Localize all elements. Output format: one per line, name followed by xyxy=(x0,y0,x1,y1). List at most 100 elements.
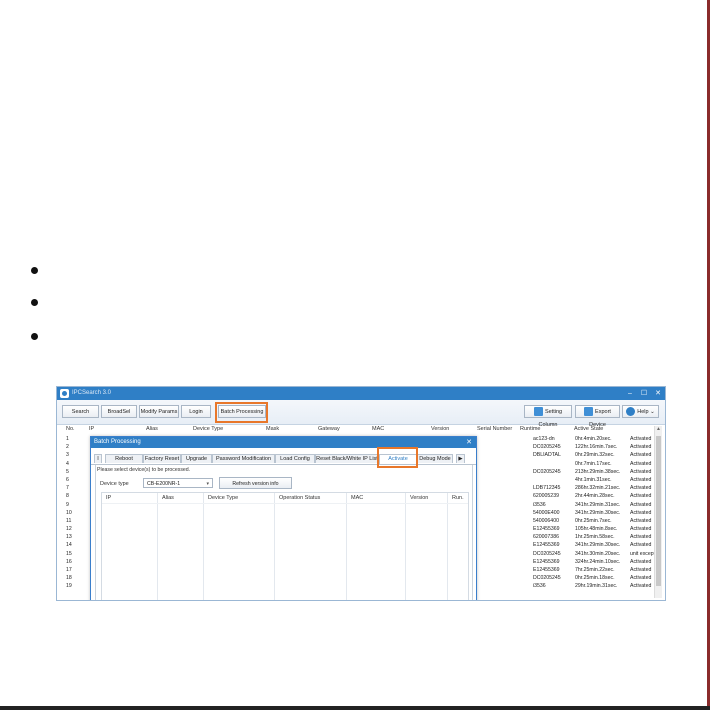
dialog-close-icon[interactable]: ✕ xyxy=(466,437,472,448)
col-ip[interactable]: IP xyxy=(89,426,94,432)
row-number[interactable]: 7 xyxy=(66,484,86,492)
table-row[interactable]: 540006400 0hr.25min.7sec. Activated xyxy=(533,517,665,525)
scroll-up-icon[interactable]: ▲ xyxy=(655,426,662,432)
tab-password-modification[interactable]: Password Modification xyxy=(212,454,275,463)
serial-number-cell: DC0205245 xyxy=(533,575,561,582)
col-no[interactable]: No. xyxy=(66,426,75,432)
table-row[interactable]: E12455369 7hr.25min.22sec. Activated xyxy=(533,566,665,574)
chevron-down-icon: ⌄ xyxy=(650,409,655,415)
tab-scroll-right-icon[interactable]: ▶ xyxy=(456,454,465,463)
row-number[interactable]: 4 xyxy=(66,460,86,468)
col-serial-number[interactable]: Serial Number xyxy=(477,426,512,432)
close-icon[interactable]: ✕ xyxy=(653,389,663,398)
grid-divider xyxy=(346,493,347,600)
row-number[interactable]: 3 xyxy=(66,451,86,459)
tab-reset-black-white-ip-list[interactable]: Reset Black/White IP List xyxy=(315,454,379,463)
active-state-cell: Activated xyxy=(630,476,652,483)
row-number[interactable]: 1 xyxy=(66,435,86,443)
help-button[interactable]: Help ⌄ xyxy=(622,405,659,418)
columns-icon xyxy=(533,407,543,417)
col-version[interactable]: Version xyxy=(431,426,449,432)
refresh-version-info-button[interactable]: Refresh version info xyxy=(219,477,292,489)
tab-reboot[interactable]: Reboot xyxy=(105,454,143,463)
table-row[interactable]: 4hr.1min.31sec. Activated xyxy=(533,476,665,484)
serial-number-cell: LDB712345 xyxy=(533,485,561,492)
col-mac[interactable]: MAC xyxy=(372,426,384,432)
grid-col-version[interactable]: Version xyxy=(410,495,428,501)
minimize-icon[interactable]: – xyxy=(625,389,635,398)
table-row[interactable]: DC0205245 0hr.25min.18sec. Activated xyxy=(533,574,665,582)
active-state-cell: Activated xyxy=(630,460,652,467)
runtime-cell: 0hr.29min.32sec. xyxy=(575,452,615,459)
tab-first[interactable]: I xyxy=(94,454,102,463)
tab-load-config[interactable]: Load Config xyxy=(275,454,315,463)
runtime-cell: 4hr.1min.31sec. xyxy=(575,476,612,483)
grid-col-alias[interactable]: Alias xyxy=(162,495,174,501)
table-row[interactable]: E12455369 105hr.48min.8sec. Activated xyxy=(533,525,665,533)
row-number[interactable]: 12 xyxy=(66,525,86,533)
table-row[interactable]: DC0205245 213hr.29min.38sec. Activated xyxy=(533,468,665,476)
col-gateway[interactable]: Gateway xyxy=(318,426,340,432)
device-type-value: CB-E200NR-1 xyxy=(147,481,181,487)
vertical-scrollbar[interactable]: ▲ xyxy=(654,426,662,598)
col-active-state[interactable]: Active State xyxy=(574,426,603,432)
active-state-cell: Activated xyxy=(630,583,652,590)
active-state-cell: Activated xyxy=(630,567,652,573)
grid-col-ip[interactable]: IP xyxy=(106,495,111,501)
tab-debug-mode[interactable]: Debug Mode xyxy=(417,454,453,463)
table-row[interactable]: 620005239 2hr.44min.28sec. Activated xyxy=(533,492,665,500)
table-row[interactable]: 54000E400 341hr.29min.30sec. Activated xyxy=(533,509,665,517)
export-device-button[interactable]: Export Device xyxy=(575,405,620,428)
device-type-select[interactable]: CB-E200NR-1 ▾ xyxy=(143,478,213,488)
row-number[interactable]: 15 xyxy=(66,550,86,558)
row-number[interactable]: 6 xyxy=(66,476,86,484)
serial-number-cell: ac123-dn xyxy=(533,436,555,442)
grid-col-operation-status[interactable]: Operation Status xyxy=(279,495,320,501)
serial-number-cell: DC0205245 xyxy=(533,550,561,557)
scroll-thumb[interactable] xyxy=(656,436,661,586)
table-row[interactable]: DC0205245 122hr.16min.7sec. Activated xyxy=(533,443,665,451)
row-number[interactable]: 17 xyxy=(66,566,86,574)
grid-col-run[interactable]: Run. xyxy=(452,495,464,501)
col-mask[interactable]: Mask xyxy=(266,426,279,432)
tab-activate[interactable]: Activate xyxy=(379,454,417,464)
batch-processing-button[interactable]: Batch Processing xyxy=(218,405,266,418)
table-row[interactable]: i3536 341hr.29min.31sec. Activated xyxy=(533,501,665,509)
table-row[interactable]: DC0205245 341hr.30min.20sec. unit exceptio… xyxy=(533,550,665,558)
row-number[interactable]: 11 xyxy=(66,517,86,525)
row-number[interactable]: 18 xyxy=(66,574,86,582)
login-button[interactable]: Login xyxy=(181,405,211,418)
row-number[interactable]: 5 xyxy=(66,468,86,476)
row-number[interactable]: 10 xyxy=(66,509,86,517)
runtime-cell: 341hr.29min.30sec. xyxy=(575,509,621,516)
col-runtime[interactable]: Runtime xyxy=(520,426,540,432)
dialog-device-grid: IP Alias Device Type Operation Status MA… xyxy=(101,492,469,600)
tab-upgrade[interactable]: Upgrade xyxy=(181,454,212,463)
active-state-cell: Activated xyxy=(630,468,652,475)
setting-column-button[interactable]: Setting Column xyxy=(524,405,572,428)
table-row[interactable]: ac123-dn 0hr.4min.20sec. Activated xyxy=(533,435,665,443)
table-row[interactable]: E12455369 324hr.24min.10sec. Activated xyxy=(533,558,665,566)
row-number[interactable]: 16 xyxy=(66,558,86,566)
table-row[interactable]: E12455369 341hr.29min.30sec. Activated xyxy=(533,541,665,549)
grid-col-device-type[interactable]: Device Type xyxy=(208,495,238,501)
table-row[interactable]: LDB712345 286hr.32min.21sec. Activated xyxy=(533,484,665,492)
row-number[interactable]: 9 xyxy=(66,501,86,509)
table-row[interactable]: DBLIADTAL 0hr.29min.32sec. Activated xyxy=(533,451,665,459)
row-number[interactable]: 13 xyxy=(66,533,86,541)
table-row[interactable]: 620007386 1hr.25min.58sec. Activated xyxy=(533,533,665,541)
col-device-type[interactable]: Device Type xyxy=(193,426,223,432)
tab-factory-reset[interactable]: Factory Reset xyxy=(143,454,181,463)
maximize-icon[interactable]: ☐ xyxy=(639,389,649,398)
table-row[interactable]: i3536 29hr.19min.31sec. Activated xyxy=(533,582,665,590)
grid-col-mac[interactable]: MAC xyxy=(351,495,363,501)
row-number[interactable]: 19 xyxy=(66,582,86,590)
row-number[interactable]: 8 xyxy=(66,492,86,500)
broadsel-button[interactable]: BroadSel xyxy=(101,405,137,418)
search-button[interactable]: Search xyxy=(62,405,99,418)
modify-params-button[interactable]: Modify Params xyxy=(139,405,179,418)
col-alias[interactable]: Alias xyxy=(146,426,158,432)
row-number[interactable]: 2 xyxy=(66,443,86,451)
row-number[interactable]: 14 xyxy=(66,541,86,549)
table-row[interactable]: 0hr.7min.17sec. Activated xyxy=(533,460,665,468)
